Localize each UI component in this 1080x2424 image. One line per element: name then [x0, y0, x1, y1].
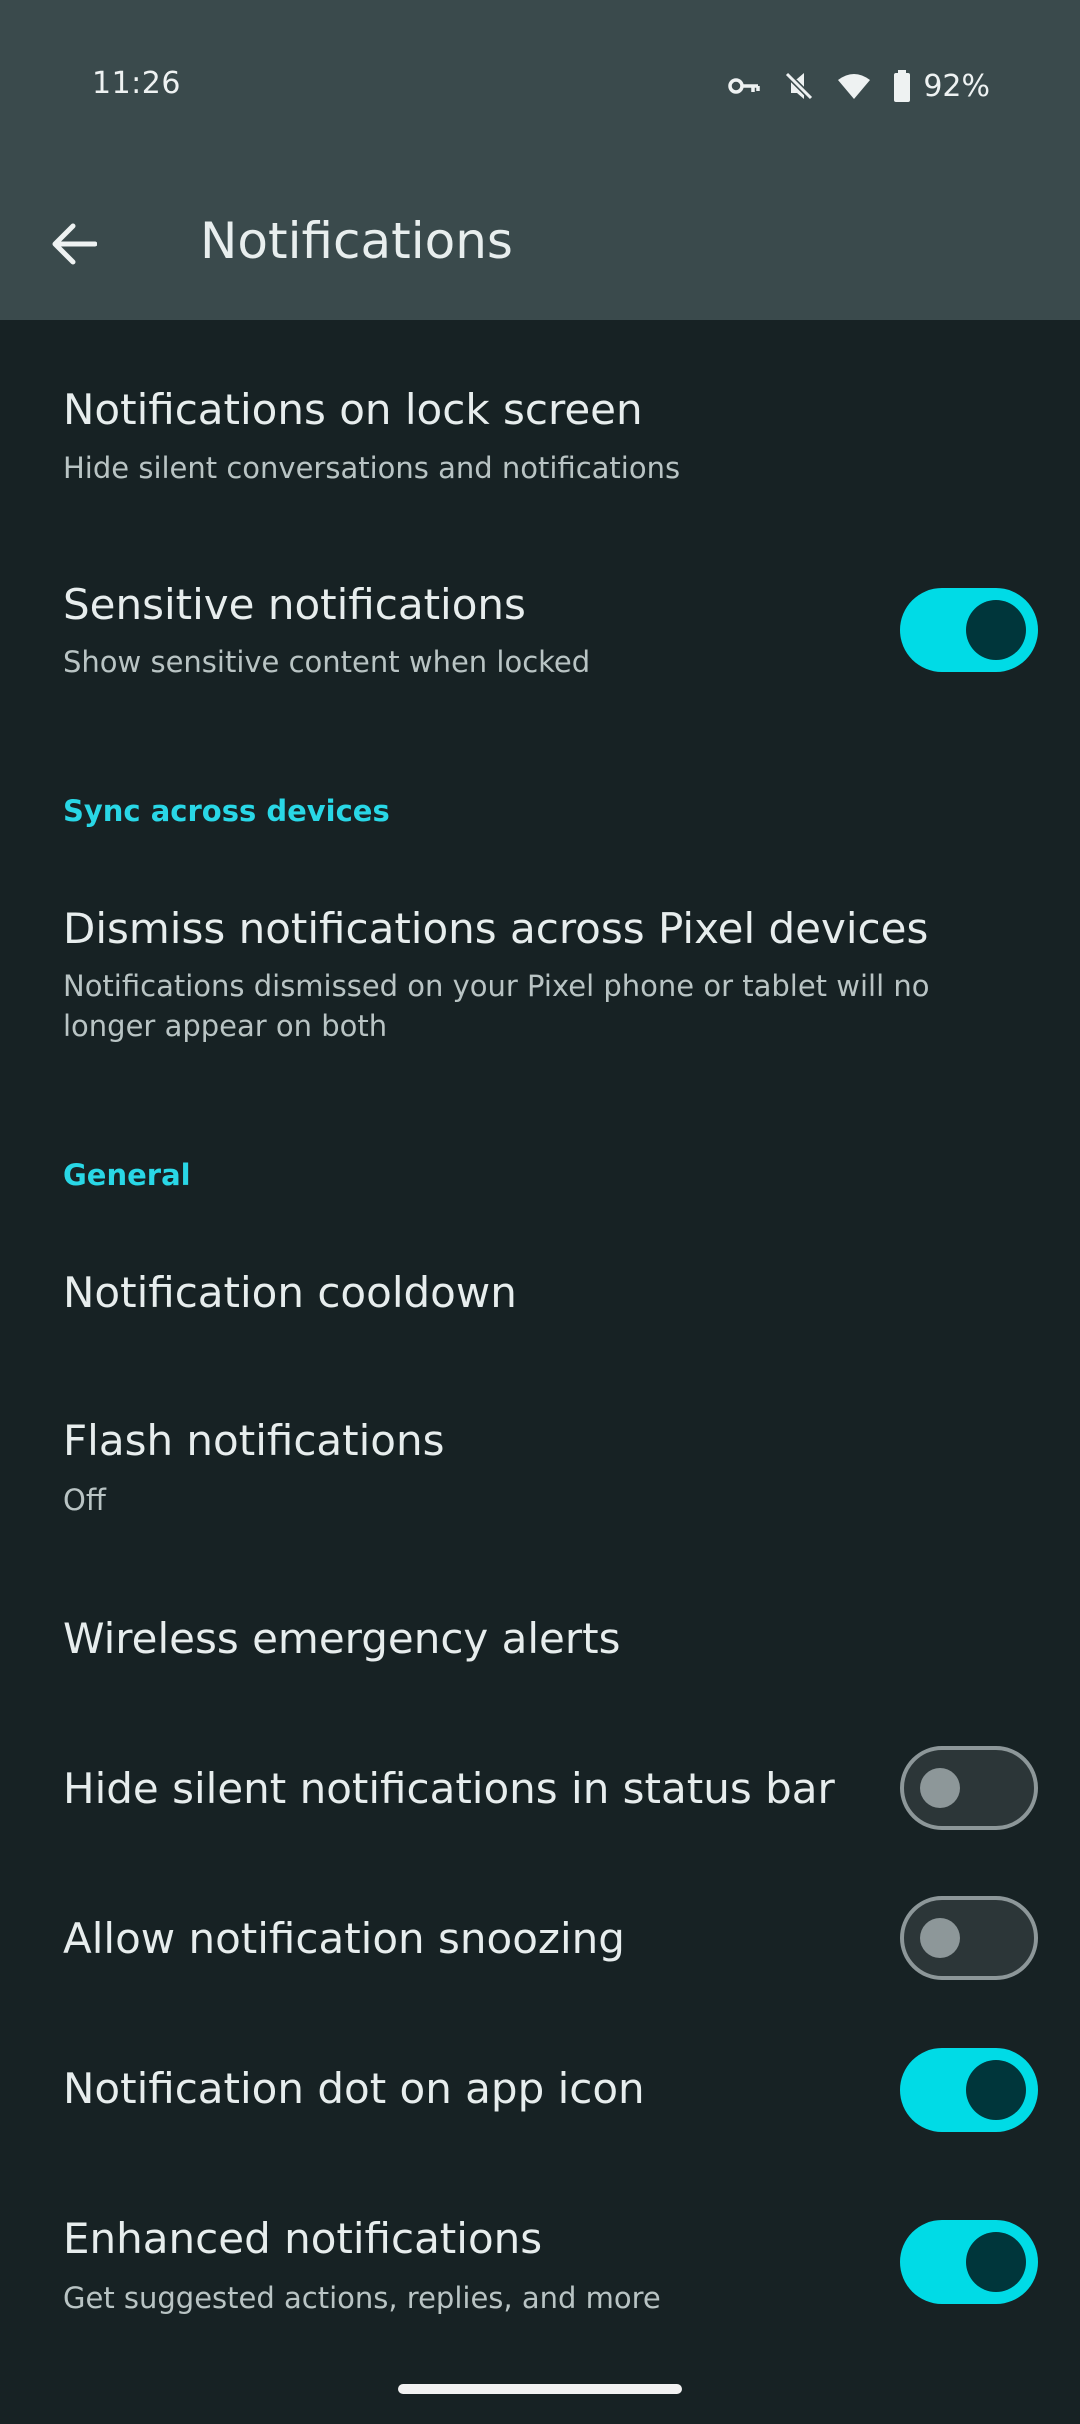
vibrate-off-icon — [783, 70, 815, 102]
setting-sensitive-notifications[interactable]: Sensitive notifications Show sensitive c… — [0, 560, 1080, 710]
setting-title: Notifications on lock screen — [63, 385, 643, 434]
vpn-key-icon — [727, 76, 761, 96]
setting-title: Dismiss notifications across Pixel devic… — [63, 904, 929, 953]
setting-title: Notification dot on app icon — [63, 2064, 645, 2113]
setting-title: Hide silent notifications in status bar — [63, 1764, 835, 1813]
arrow-back-icon — [52, 223, 97, 265]
switch-thumb — [966, 600, 1026, 660]
status-icons: 92% — [727, 66, 990, 106]
battery-icon — [893, 70, 911, 102]
setting-notification-cooldown[interactable]: Notification cooldown — [0, 1240, 1080, 1350]
switch-thumb — [920, 1918, 960, 1958]
hide-silent-notifications-switch[interactable] — [900, 1746, 1038, 1830]
enhanced-notifications-switch[interactable] — [900, 2220, 1038, 2304]
setting-wireless-emergency-alerts[interactable]: Wireless emergency alerts — [0, 1590, 1080, 1700]
setting-dismiss-across-devices[interactable]: Dismiss notifications across Pixel devic… — [0, 892, 1080, 1072]
top-app-bar: 11:26 92% Notifications — [0, 0, 1080, 320]
switch-thumb — [920, 1768, 960, 1808]
notification-dot-switch[interactable] — [900, 2048, 1038, 2132]
setting-summary: Show sensitive content when locked — [63, 645, 591, 679]
setting-title: Notification cooldown — [63, 1268, 517, 1317]
setting-hide-silent-in-status-bar[interactable]: Hide silent notifications in status bar — [0, 1740, 1080, 1850]
setting-notification-dot[interactable]: Notification dot on app icon — [0, 2040, 1080, 2150]
switch-thumb — [966, 2232, 1026, 2292]
battery-percentage: 92% — [923, 68, 990, 104]
setting-title: Allow notification snoozing — [63, 1914, 625, 1963]
screen: 11:26 92% Notifications Notifications on… — [0, 0, 1080, 2424]
notification-snoozing-switch[interactable] — [900, 1896, 1038, 1980]
setting-flash-notifications[interactable]: Flash notifications Off — [0, 1400, 1080, 1550]
setting-title: Flash notifications — [63, 1416, 445, 1465]
page-title: Notifications — [200, 212, 513, 270]
setting-enhanced-notifications[interactable]: Enhanced notifications Get suggested act… — [0, 2190, 1080, 2340]
setting-allow-notification-snoozing[interactable]: Allow notification snoozing — [0, 1890, 1080, 2000]
wifi-icon — [837, 72, 871, 100]
setting-summary: Get suggested actions, replies, and more — [63, 2281, 661, 2315]
status-time: 11:26 — [92, 66, 181, 101]
section-header-general: General — [63, 1158, 191, 1192]
setting-summary: Notifications dismissed on your Pixel ph… — [63, 969, 930, 1043]
back-button[interactable] — [36, 206, 112, 282]
setting-title: Enhanced notifications — [63, 2214, 543, 2263]
section-header-sync: Sync across devices — [63, 794, 390, 828]
home-gesture-bar[interactable] — [398, 2384, 682, 2394]
setting-summary: Off — [63, 1483, 106, 1517]
setting-notifications-on-lock-screen[interactable]: Notifications on lock screen Hide silent… — [0, 368, 1080, 518]
setting-title: Sensitive notifications — [63, 580, 526, 629]
switch-thumb — [966, 2060, 1026, 2120]
setting-summary: Hide silent conversations and notificati… — [63, 451, 681, 485]
sensitive-notifications-switch[interactable] — [900, 588, 1038, 672]
setting-title: Wireless emergency alerts — [63, 1614, 621, 1663]
